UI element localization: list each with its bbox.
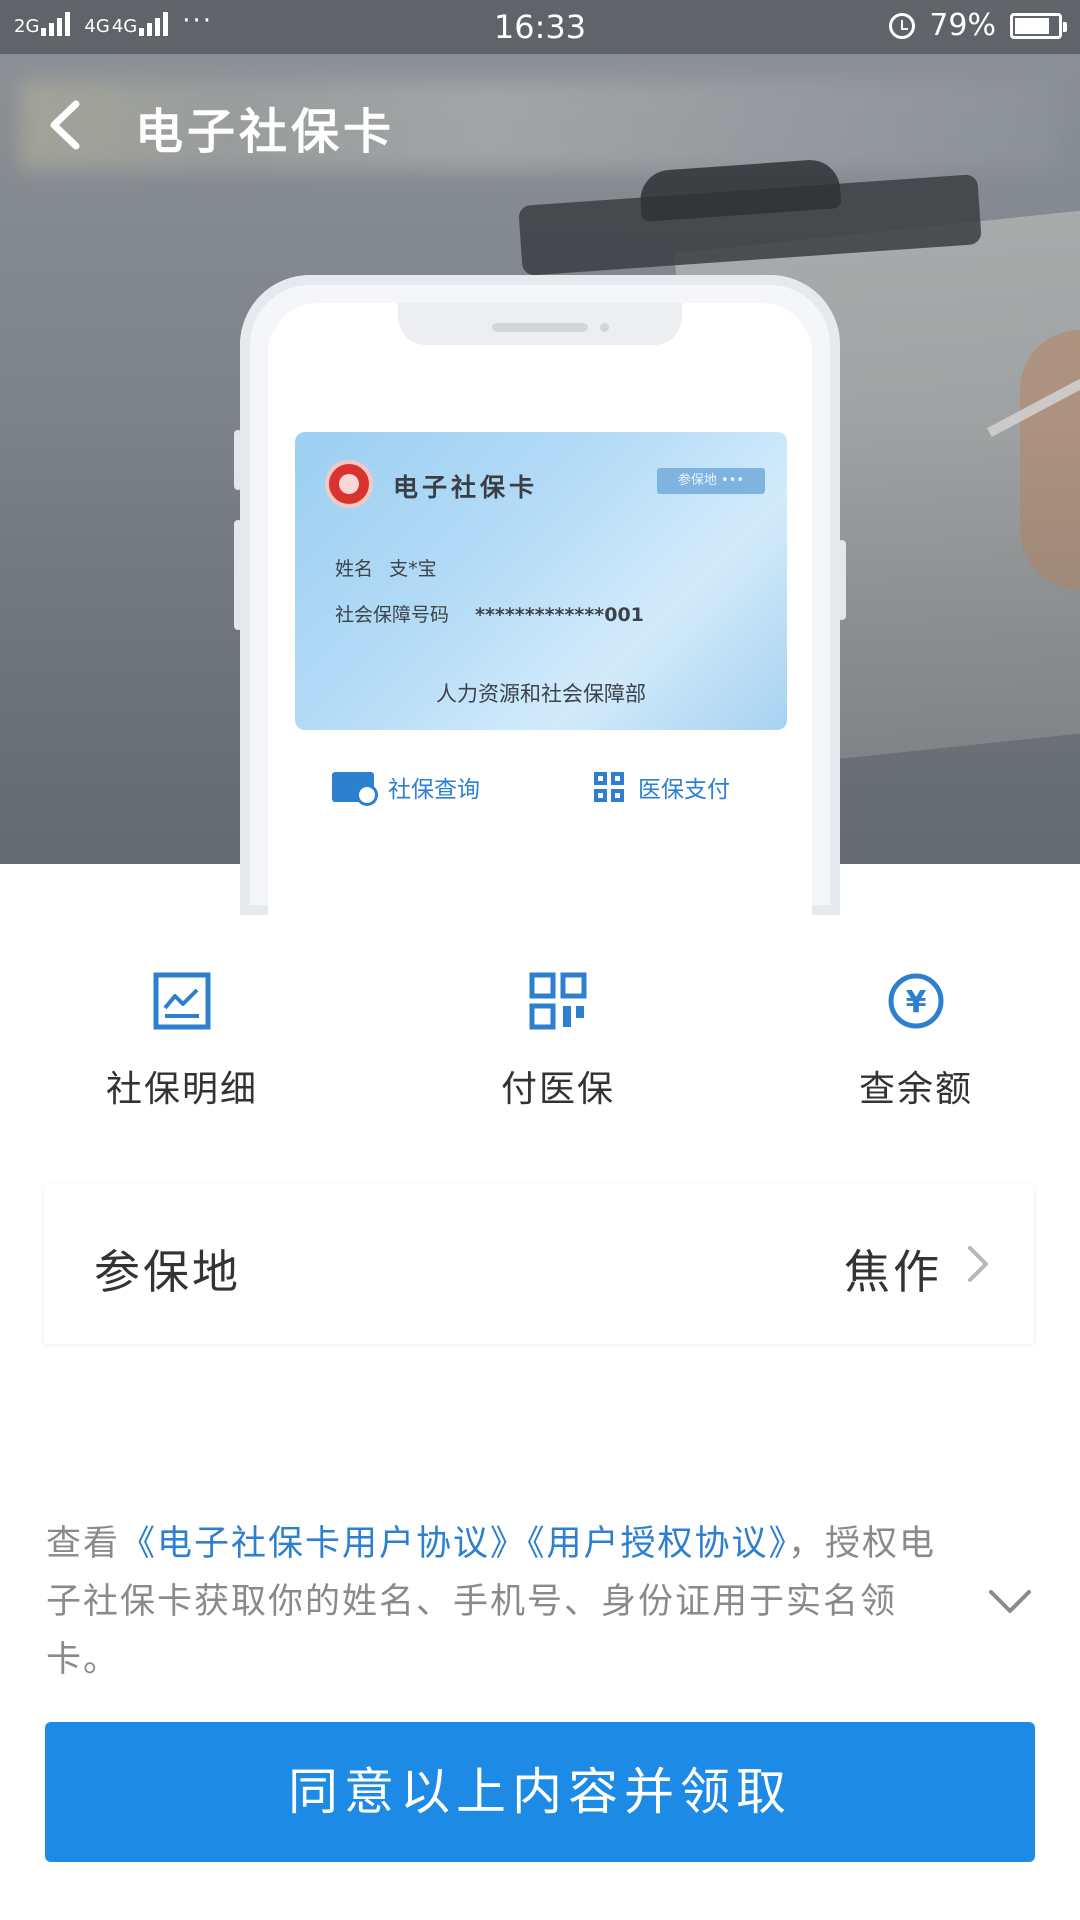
social-security-card: 电子社保卡 参保地 ••• 姓名 支*宝 社会保障号码 ************… <box>295 432 787 730</box>
authorization-agreement-link[interactable]: 《用户授权协议》 <box>527 1524 788 1564</box>
card-number: 社会保障号码 *************001 <box>335 600 644 627</box>
back-button[interactable] <box>38 90 98 160</box>
feature-social-security-details[interactable]: 社保明细 <box>52 972 312 1112</box>
phone-action-query-label: 社保查询 <box>388 777 480 803</box>
chevron-left-icon <box>50 100 80 150</box>
feature-label: 付医保 <box>500 1069 615 1110</box>
phone-speaker <box>492 323 588 332</box>
card-insured-tag: 参保地 ••• <box>657 468 765 494</box>
feature-check-balance[interactable]: ¥ 查余额 <box>786 972 1046 1112</box>
feature-pay-medical-insurance[interactable]: 付医保 <box>428 972 688 1112</box>
insured-place-row[interactable]: 参保地 焦作 <box>44 1184 1034 1344</box>
battery-fill <box>1015 17 1049 34</box>
feature-label: 社保明细 <box>105 1069 258 1110</box>
qr-code-icon <box>594 772 624 802</box>
status-bar: 2G 4G 4G ··· 16:33 79% <box>0 0 1080 54</box>
card-name-value: 支*宝 <box>389 558 437 580</box>
battery-icon <box>1010 12 1067 39</box>
card-name-label: 姓名 <box>335 558 374 580</box>
id-card-search-icon <box>332 772 378 806</box>
emblem-icon <box>325 460 373 508</box>
chevron-right-icon <box>968 1246 988 1282</box>
insured-place-value: 焦作 <box>844 1245 942 1299</box>
insured-place-label: 参保地 <box>94 1245 241 1299</box>
yuan-icon: ¥ <box>887 972 945 1030</box>
phone-action-pay-label: 医保支付 <box>638 777 730 803</box>
agreement-prefix: 查看 <box>46 1524 121 1564</box>
phone-action-pay: 医保支付 <box>594 770 730 804</box>
status-right: 79% <box>889 8 1067 43</box>
svg-text:¥: ¥ <box>906 985 927 1020</box>
battery-percent: 79% <box>929 8 996 43</box>
card-number-label: 社会保障号码 <box>335 604 450 626</box>
agree-and-claim-button[interactable]: 同意以上内容并领取 <box>45 1722 1035 1862</box>
qr-code-icon <box>529 972 587 1030</box>
agreement-text: 查看《电子社保卡用户协议》《用户授权协议》，授权电子社保卡获取你的姓名、手机号、… <box>46 1515 966 1689</box>
user-agreement-link[interactable]: 《电子社保卡用户协议》 <box>120 1524 527 1564</box>
page-title: 电子社保卡 <box>135 104 396 160</box>
alarm-icon <box>889 12 916 39</box>
chevron-down-icon[interactable] <box>985 1584 1035 1620</box>
feature-label: 查余额 <box>858 1069 973 1110</box>
card-title: 电子社保卡 <box>393 473 539 502</box>
card-issuer: 人力资源和社会保障部 <box>436 682 646 706</box>
phone-action-query: 社保查询 <box>332 770 480 806</box>
chart-icon <box>153 972 211 1030</box>
card-name: 姓名 支*宝 <box>335 554 437 581</box>
phone-camera <box>600 323 609 332</box>
card-number-value: *************001 <box>475 604 644 626</box>
